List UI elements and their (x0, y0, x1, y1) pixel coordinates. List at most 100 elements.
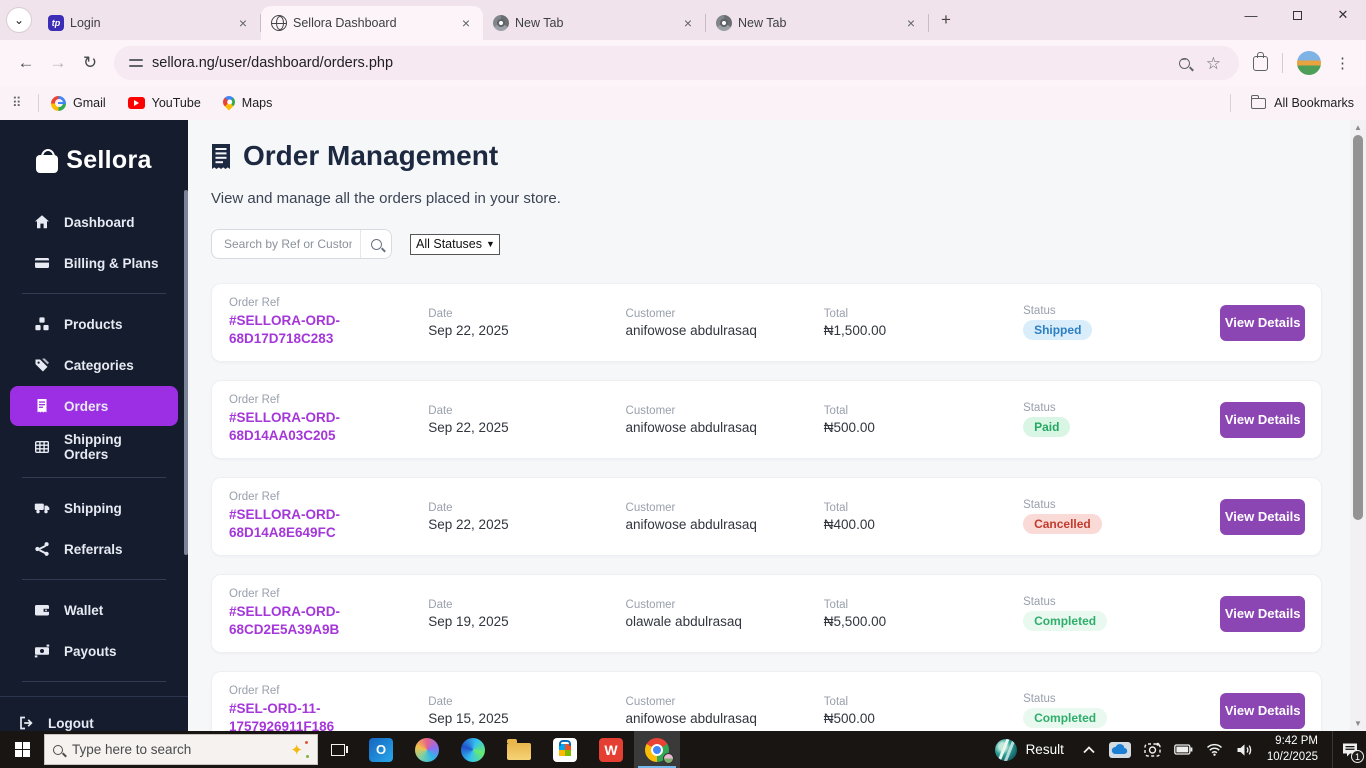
bookmark-gmail[interactable]: Gmail (51, 95, 106, 111)
tab-close-icon[interactable]: × (234, 14, 252, 32)
status-label: Status (1023, 402, 1056, 414)
search-input[interactable] (212, 230, 360, 258)
view-details-button[interactable]: View Details (1220, 498, 1306, 535)
customer-value: anifowose abdulrasaq (625, 710, 757, 726)
sidebar-item-products[interactable]: Products (10, 304, 178, 344)
bookmark-youtube[interactable]: YouTube (127, 96, 201, 110)
wifi-icon[interactable] (1206, 743, 1223, 756)
apps-grid-icon[interactable] (12, 96, 26, 110)
onedrive-icon[interactable] (1108, 741, 1131, 758)
site-info-icon[interactable] (128, 55, 144, 71)
customer-label: Customer (625, 307, 676, 320)
notification-center-button[interactable]: 1 (1332, 731, 1366, 768)
task-view-button[interactable] (318, 731, 358, 768)
sidebar-item-payouts[interactable]: Payouts (10, 631, 178, 671)
sidebar-item-referrals[interactable]: Referrals (10, 529, 178, 569)
result-app-label: Result (1025, 742, 1064, 757)
search-highlights-icon[interactable]: ✦ (290, 740, 309, 759)
page-scrollbar[interactable]: ▲ ▼ (1350, 120, 1366, 731)
sidebar-item-orders[interactable]: Orders (10, 386, 178, 426)
chrome-menu-icon[interactable]: ⋮ (1335, 54, 1350, 72)
address-bar[interactable]: sellora.ng/user/dashboard/orders.php ☆ (114, 46, 1239, 80)
filter-controls: All Statuses ▼ (211, 229, 1322, 259)
search-icon (370, 238, 382, 250)
tab-title: Sellora Dashboard (293, 16, 397, 30)
sidebar-item-shipping[interactable]: Shipping (10, 488, 178, 528)
view-details-button[interactable]: View Details (1220, 304, 1306, 341)
zoom-icon[interactable] (1178, 55, 1190, 69)
sidebar-item-billing-plans[interactable]: Billing & Plans (10, 243, 178, 283)
profile-avatar[interactable] (1297, 51, 1321, 75)
taskbar-item-outlook[interactable]: O (358, 731, 404, 768)
order-ref-link[interactable]: #SELLORA-ORD-68D14AA03C205 (229, 409, 399, 445)
reload-button[interactable]: ↻ (74, 47, 106, 79)
result-app-icon (994, 738, 1017, 761)
bookmark-star-icon[interactable]: ☆ (1206, 55, 1221, 72)
status-filter-select[interactable]: All Statuses ▼ (410, 233, 500, 255)
close-button[interactable]: ✕ (1320, 0, 1366, 30)
sidebar-nav: Dashboard Billing & Plans Products Categ… (0, 197, 188, 696)
tab-new-tab-2[interactable]: New Tab × (706, 6, 928, 40)
order-ref-link[interactable]: #SEL-ORD-11-1757926911F186 (229, 700, 414, 731)
tab-login[interactable]: tp Login × (38, 6, 260, 40)
customer-label: Customer (625, 598, 676, 611)
window-controls: — ✕ (1228, 0, 1366, 30)
order-ref-label: Order Ref (229, 587, 280, 600)
taskbar-item-copilot[interactable] (404, 731, 450, 768)
sidebar-item-wallet[interactable]: Wallet (10, 590, 178, 630)
taskbar-item-chrome[interactable] (634, 731, 680, 768)
windows-logo-icon (14, 742, 30, 757)
sidebar-item-shipping-orders[interactable]: Shipping Orders (10, 427, 178, 467)
tab-sellora-dashboard[interactable]: Sellora Dashboard × (261, 6, 483, 40)
battery-icon[interactable] (1173, 744, 1193, 755)
tray-result-app[interactable]: Result (994, 738, 1064, 761)
truck-icon (34, 503, 50, 514)
taskbar-item-edge[interactable] (450, 731, 496, 768)
taskbar-item-store[interactable] (542, 731, 588, 768)
extensions-icon[interactable] (1253, 51, 1268, 71)
status-label: Status (1023, 305, 1056, 317)
scrollbar-thumb[interactable] (1353, 135, 1363, 520)
taskbar-item-wps[interactable]: W (588, 731, 634, 768)
view-details-button[interactable]: View Details (1220, 692, 1306, 729)
view-details-button[interactable]: View Details (1220, 401, 1306, 438)
tab-close-icon[interactable]: × (679, 14, 697, 32)
tab-search-button[interactable]: ⌄ (6, 7, 32, 33)
restore-button[interactable] (1274, 0, 1320, 30)
page-subtitle: View and manage all the orders placed in… (211, 190, 561, 207)
speaker-icon[interactable] (1236, 743, 1253, 757)
all-bookmarks-button[interactable]: All Bookmarks (1230, 94, 1354, 112)
search-button[interactable] (360, 230, 391, 258)
tray-chevron-up-icon[interactable] (1082, 745, 1096, 755)
back-button[interactable]: ← (10, 47, 42, 79)
minimize-button[interactable]: — (1228, 0, 1274, 30)
sidebar-item-label: Payouts (64, 643, 117, 659)
tab-close-icon[interactable]: × (457, 14, 475, 32)
tab-close-icon[interactable]: × (902, 14, 920, 32)
order-ref-link[interactable]: #SELLORA-ORD-68CD2E5A39A9B (229, 603, 399, 639)
taskbar-item-file-explorer[interactable] (496, 731, 542, 768)
bookmark-maps[interactable]: Maps (220, 93, 272, 111)
file-explorer-icon (507, 739, 531, 760)
start-button[interactable] (0, 731, 44, 768)
sidebar-item-categories[interactable]: Categories (10, 345, 178, 385)
new-tab-button[interactable]: + (933, 7, 959, 33)
scroll-down-icon[interactable]: ▼ (1350, 719, 1366, 728)
url-text[interactable]: sellora.ng/user/dashboard/orders.php (152, 55, 1179, 71)
order-ref-link[interactable]: #SELLORA-ORD-68D17D718C283 (229, 312, 399, 348)
scroll-up-icon[interactable]: ▲ (1350, 123, 1366, 132)
grid-icon (35, 441, 50, 454)
taskbar-search[interactable]: Type here to search ✦ (44, 734, 318, 765)
sellora-logo[interactable]: Sellora (0, 120, 188, 197)
screen-record-icon[interactable] (1144, 742, 1161, 757)
main-content: Order Management View and manage all the… (188, 120, 1350, 731)
view-details-button[interactable]: View Details (1220, 595, 1306, 632)
taskbar-clock[interactable]: 9:42 PM 10/2/2025 (1267, 734, 1318, 765)
tab-new-tab-1[interactable]: New Tab × (483, 6, 705, 40)
bookmarks-bar: Gmail YouTube Maps All Bookmarks (0, 86, 1366, 120)
bookmarks-divider (38, 94, 39, 112)
toolbar-right: ⋮ (1247, 51, 1356, 75)
order-ref-link[interactable]: #SELLORA-ORD-68D14A8E649FC (229, 506, 399, 542)
sidebar-item-dashboard[interactable]: Dashboard (10, 202, 178, 242)
forward-button[interactable]: → (42, 47, 74, 79)
